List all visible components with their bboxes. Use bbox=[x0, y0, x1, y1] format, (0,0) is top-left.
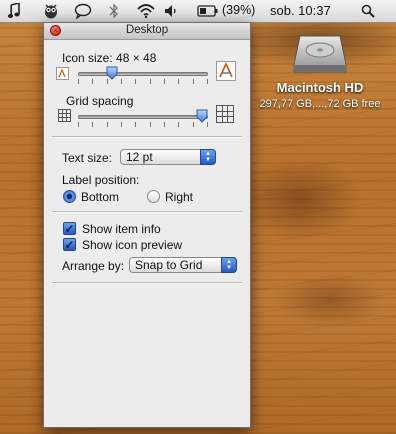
slider-tick bbox=[107, 122, 108, 127]
hard-drive-name: Macintosh HD bbox=[276, 80, 364, 95]
title-bar[interactable]: × Desktop bbox=[44, 23, 250, 40]
arrange-by-label: Arrange by: bbox=[62, 259, 125, 273]
popup-arrows-icon: ▲ ▼ bbox=[221, 257, 237, 273]
show-icon-preview-label[interactable]: Show icon preview bbox=[82, 238, 182, 252]
desktop-view-options-panel: × Desktop Icon size: 48 × 48 Grid spacin… bbox=[43, 22, 251, 428]
show-item-info-checkbox[interactable]: ✓ bbox=[63, 222, 76, 235]
separator bbox=[52, 282, 242, 284]
menu-bar: (39%) sob. 10:37 bbox=[0, 0, 396, 23]
text-size-value: 12 pt bbox=[126, 150, 153, 164]
arrange-by-value: Snap to Grid bbox=[135, 258, 203, 272]
battery-icon[interactable] bbox=[196, 2, 220, 20]
separator bbox=[52, 211, 242, 213]
checkmark-icon: ✓ bbox=[64, 222, 75, 236]
grid-spacing-slider-thumb[interactable] bbox=[196, 109, 208, 123]
slider-tick bbox=[135, 122, 136, 127]
small-icon-size-icon bbox=[56, 67, 70, 81]
volume-icon[interactable] bbox=[163, 2, 179, 20]
slider-tick bbox=[178, 79, 179, 84]
slider-tick bbox=[135, 79, 136, 84]
slider-tick bbox=[193, 79, 194, 84]
owl-icon[interactable] bbox=[42, 2, 60, 20]
radio-bottom-label[interactable]: Bottom bbox=[81, 190, 119, 204]
panel-title: Desktop bbox=[125, 24, 169, 36]
grid-spacing-label: Grid spacing bbox=[66, 94, 134, 108]
radio-right-label[interactable]: Right bbox=[165, 190, 193, 204]
large-icon-size-icon bbox=[216, 61, 236, 81]
menu-clock[interactable]: sob. 10:37 bbox=[270, 3, 331, 18]
slider-tick bbox=[121, 122, 122, 127]
bluetooth-icon[interactable] bbox=[108, 2, 120, 20]
slider-tick bbox=[193, 122, 194, 127]
radio-right[interactable] bbox=[147, 190, 160, 203]
tight-grid-icon bbox=[58, 109, 72, 123]
battery-percent: (39%) bbox=[222, 3, 256, 17]
slider-tick bbox=[150, 79, 151, 84]
hard-drive-info: 297,77 GB,...,72 GB free bbox=[259, 98, 381, 110]
checkmark-icon: ✓ bbox=[64, 238, 75, 252]
icon-size-label: Icon size: 48 × 48 bbox=[62, 51, 157, 65]
music-note-icon[interactable] bbox=[6, 2, 22, 20]
icon-size-slider-track[interactable] bbox=[78, 72, 208, 76]
slider-tick bbox=[150, 122, 151, 127]
grid-spacing-ticks bbox=[78, 122, 208, 127]
slider-tick bbox=[92, 122, 93, 127]
slider-tick bbox=[207, 79, 208, 84]
hard-drive-icon[interactable] bbox=[292, 28, 348, 76]
speech-bubble-icon[interactable] bbox=[74, 2, 92, 20]
label-position-label: Label position: bbox=[62, 173, 140, 187]
slider-tick bbox=[178, 122, 179, 127]
text-size-popup[interactable]: 12 pt ▲ ▼ bbox=[120, 149, 216, 165]
spotlight-icon[interactable] bbox=[360, 2, 376, 20]
slider-tick bbox=[164, 122, 165, 127]
wide-grid-icon bbox=[216, 105, 236, 125]
wifi-icon[interactable] bbox=[136, 2, 156, 20]
slider-tick bbox=[78, 122, 79, 127]
slider-tick bbox=[164, 79, 165, 84]
icon-size-slider-thumb[interactable] bbox=[106, 66, 118, 80]
grid-spacing-slider-track[interactable] bbox=[78, 115, 208, 119]
show-item-info-label[interactable]: Show item info bbox=[82, 222, 161, 236]
popup-arrows-icon: ▲ ▼ bbox=[200, 149, 216, 165]
slider-tick bbox=[121, 79, 122, 84]
arrange-by-popup[interactable]: Snap to Grid ▲ ▼ bbox=[129, 257, 237, 273]
separator bbox=[52, 136, 242, 138]
icon-size-ticks bbox=[78, 79, 208, 84]
show-icon-preview-checkbox[interactable]: ✓ bbox=[63, 238, 76, 251]
radio-bottom[interactable] bbox=[63, 190, 76, 203]
slider-tick bbox=[78, 79, 79, 84]
slider-tick bbox=[92, 79, 93, 84]
text-size-label: Text size: bbox=[62, 151, 113, 165]
